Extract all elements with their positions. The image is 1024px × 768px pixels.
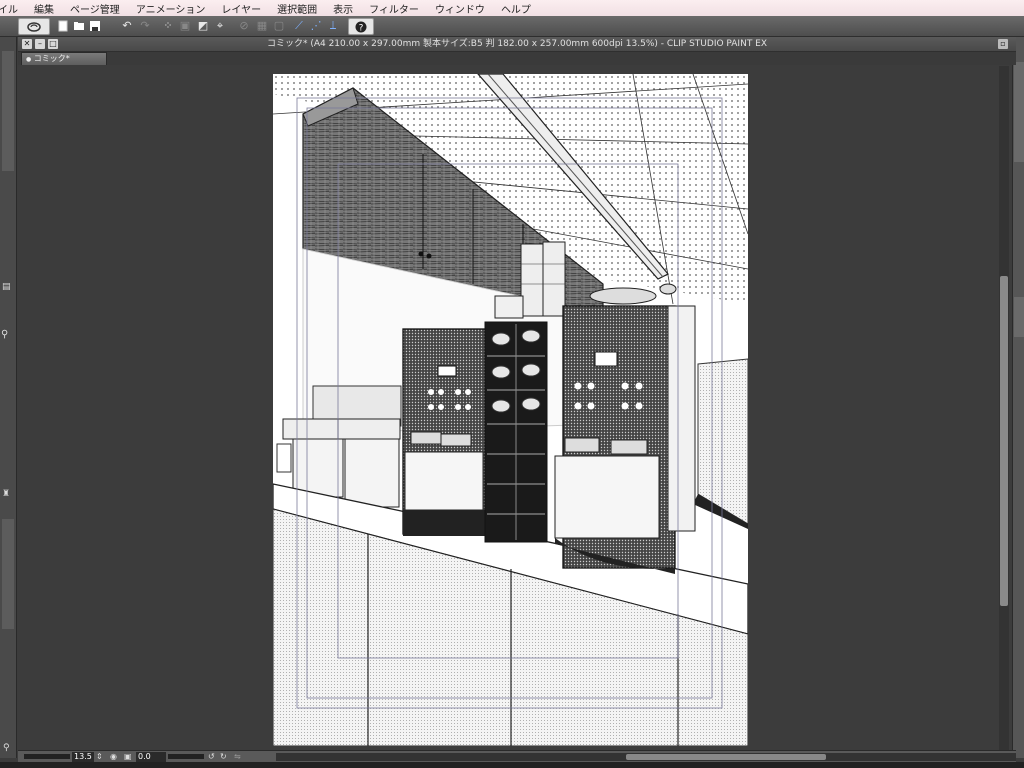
zoom-value[interactable]: 13.5 [72,752,94,762]
fit-page-icon[interactable]: ▣ [124,752,132,761]
coffee-machine-right [554,287,696,574]
snap-grid-icon[interactable]: ⟘ [325,18,341,33]
rotate-right-icon[interactable]: ↻ [220,752,227,761]
menu-item-2[interactable]: ページ管理 [62,1,128,16]
help-icon[interactable]: ? [348,18,374,35]
menu-item-8[interactable]: ウィンドウ [427,1,493,16]
coffee-machine-left [402,328,486,536]
vertical-scrollbar[interactable] [999,66,1009,750]
menu-item-5[interactable]: 選択範囲 [269,1,325,16]
menu-item-4[interactable]: レイヤー [213,1,269,16]
tab-dot-icon: ● [26,56,32,63]
tool-palette-edge: ▤ ⚲ ♜ ⚲ [0,37,17,758]
flip-icon[interactable]: ◩ [195,18,211,33]
flip-horizontal-icon[interactable]: ⇋ [234,752,241,761]
dock-edge [0,762,1024,768]
rotate-icon[interactable]: ⌖ [212,18,228,33]
new-file-icon[interactable] [55,18,71,33]
horizontal-scroll-thumb[interactable] [626,754,826,760]
vertical-scroll-thumb[interactable] [1000,276,1008,606]
command-bar: ↶ ↷ ⁘ ▣ ◩ ⌖ ⊘ ▦ ▢ ⟋ ⋰ ⟘ ? [0,16,1024,37]
menu-item-0[interactable]: イル [0,1,26,16]
rotation-value[interactable]: 0.0 [136,752,166,762]
zoom-stepper-icon[interactable]: ⇕ [96,752,103,761]
menu-bar: イル 編集 ページ管理 アニメーション レイヤー 選択範囲 表示 フィルター ウィンドウ ヘルプ [0,0,1024,17]
fit-icon[interactable]: ▣ [177,18,193,33]
redo-icon[interactable]: ↷ [137,18,153,33]
open-file-icon[interactable] [71,18,87,33]
zoom-icon-lower[interactable]: ⚲ [3,743,10,753]
transform-icon[interactable]: ⁘ [160,18,176,33]
zoom-reset-icon[interactable]: ◉ [110,752,117,761]
tab-label: コミック* [33,54,70,63]
panel-handle[interactable] [1014,62,1024,162]
horizontal-scrollbar[interactable] [276,753,1016,761]
stroke-icon[interactable]: ▢ [271,18,287,33]
clear-icon[interactable]: ⊘ [236,18,252,33]
zoom-icon[interactable]: ⚲ [1,329,8,340]
menu-item-7[interactable]: フィルター [361,1,427,16]
document-titlebar: ✕ – □ コミック* (A4 210.00 x 297.00mm 製本サイズ:… [18,37,1016,52]
menu-item-1[interactable]: 編集 [26,1,62,16]
paper-cup-stack [520,241,566,317]
palette-scroll[interactable] [2,51,14,171]
save-icon[interactable] [87,18,103,33]
menu-item-3[interactable]: アニメーション [128,1,214,16]
palette-scroll-lower[interactable] [2,519,14,629]
clip-studio-icon[interactable] [18,18,50,35]
snap-special-ruler-icon[interactable]: ⋰ [308,18,324,33]
tab-comic[interactable]: ● コミック* [21,52,107,65]
layer-palette-edge [1012,37,1024,758]
navigator-slider[interactable] [24,754,70,759]
fill-icon[interactable]: ▦ [254,18,270,33]
document-title: コミック* (A4 210.00 x 297.00mm 製本サイズ:B5 判 1… [266,39,768,49]
snap-ruler-icon[interactable]: ⟋ [291,18,307,33]
rotation-slider[interactable] [168,754,204,759]
manga-illustration [273,74,748,746]
menu-item-9[interactable]: ヘルプ [493,1,539,16]
svg-text:?: ? [359,23,364,33]
menu-item-6[interactable]: 表示 [325,1,361,16]
undo-icon[interactable]: ↶ [119,18,135,33]
eraser-icon[interactable]: ▤ [2,282,11,292]
cup-shelf [484,321,548,543]
canvas[interactable] [273,74,748,746]
rotate-left-icon[interactable]: ↺ [208,752,215,761]
panel-handle-lower[interactable] [1014,297,1024,337]
document-tab-row: ● コミック* [18,52,1016,65]
settings-icon[interactable]: ♜ [2,489,10,499]
window-control-icon[interactable]: ▫ [998,39,1008,49]
